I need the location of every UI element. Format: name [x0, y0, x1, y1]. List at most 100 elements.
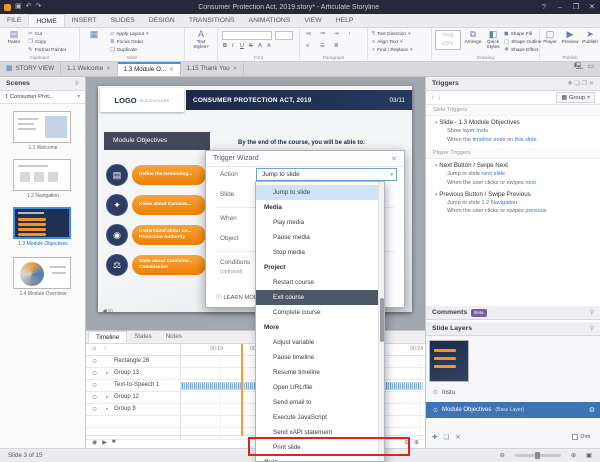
slide-link[interactable]: next slide: [482, 171, 506, 177]
font-size-select[interactable]: [275, 31, 293, 40]
highlight-color-button[interactable]: A: [267, 43, 271, 49]
logo-placeholder[interactable]: LOGO PLACEHOLDER: [100, 88, 184, 112]
eye-icon[interactable]: ⊙: [433, 389, 438, 396]
slide-header-bar[interactable]: CONSUMER PROTECTION ACT, 2019 03/11: [186, 90, 412, 110]
zoom-slider[interactable]: [514, 452, 561, 459]
align-right-icon[interactable]: ≣: [334, 43, 339, 49]
zoom-in-icon[interactable]: ⊕: [571, 452, 576, 459]
tab-home[interactable]: HOME: [28, 14, 65, 27]
copy-button[interactable]: ❐ Copy: [28, 38, 46, 46]
duplicate-button[interactable]: ❏ Duplicate: [110, 46, 137, 54]
comments-header[interactable]: Comments Beta ⚲: [426, 306, 600, 320]
menu-item-send-email-to[interactable]: Send email to: [256, 395, 378, 410]
player-button[interactable]: ▢ Player: [540, 29, 560, 45]
when-link[interactable]: timeline ends: [473, 137, 506, 143]
menu-item-restart-course[interactable]: Restart course: [256, 275, 378, 290]
eye-icon[interactable]: ⊙: [92, 406, 97, 413]
menu-item-play-media[interactable]: Play media: [256, 215, 378, 230]
new-trigger-icon[interactable]: ✚: [567, 81, 572, 87]
gear-icon[interactable]: ⚙: [589, 406, 595, 414]
maximize-button[interactable]: ❐: [568, 0, 584, 14]
focus-order-button[interactable]: ≣ Focus Order: [110, 38, 143, 46]
menu-item-adjust-variable[interactable]: Adjust variable: [256, 335, 378, 350]
stop-icon[interactable]: ■: [112, 439, 116, 445]
shape-fill-button[interactable]: ◼ Shape Fill: [504, 30, 532, 38]
eye-icon[interactable]: ⊙: [92, 394, 97, 401]
menu-item-open-url-file[interactable]: Open URL/file: [256, 380, 378, 395]
close-tab-icon[interactable]: ✕: [169, 63, 174, 77]
tab-transitions[interactable]: TRANSITIONS: [182, 14, 242, 27]
menu-item-pause-media[interactable]: Pause media: [256, 230, 378, 245]
layer-row-base[interactable]: ⊙ Module Objectives (Base Layer) ⚙: [426, 402, 600, 418]
preview-button[interactable]: ▶ Preview: [560, 29, 580, 45]
when-link[interactable]: next: [525, 180, 536, 186]
action-dropdown[interactable]: Jump to slide ▾: [256, 168, 397, 181]
tab-slide-1-15[interactable]: 1.15 Thank You ✕: [181, 62, 245, 76]
tab-help[interactable]: HELP: [329, 14, 361, 27]
underline-button[interactable]: U: [240, 43, 244, 49]
paste-trigger-icon[interactable]: ❐: [582, 81, 587, 87]
bullets-icon[interactable]: •≡: [306, 31, 311, 37]
align-text-button[interactable]: ≡ Align Text ▾: [372, 38, 402, 46]
trigger-item-next[interactable]: ▾ Next Button / Swipe Next Jump to slide…: [426, 159, 600, 187]
save-icon[interactable]: ▣: [15, 0, 22, 14]
close-button[interactable]: ✕: [584, 0, 600, 14]
quick-styles-button[interactable]: ◧ Quick Styles: [483, 29, 503, 50]
delete-trigger-icon[interactable]: ✕: [589, 81, 594, 87]
text-direction-button[interactable]: ¶ Text Direction ▾: [372, 30, 410, 38]
new-slide-button[interactable]: ▦: [82, 29, 106, 40]
layer-row-instu[interactable]: ⊙ Instu: [426, 386, 600, 399]
when-link[interactable]: previous: [525, 208, 546, 214]
module-objectives-title[interactable]: Module Objectives: [104, 132, 210, 150]
close-tab-icon[interactable]: ✕: [106, 62, 111, 76]
minimize-button[interactable]: –: [552, 0, 568, 14]
undo-icon[interactable]: ↶: [26, 0, 32, 14]
slide-thumbnail-module-overview[interactable]: 1.4 Module Overview: [13, 257, 73, 297]
menu-item-jump-to-slide[interactable]: Jump to slide: [256, 185, 378, 200]
zoom-out-icon[interactable]: ⊖: [500, 452, 505, 459]
close-tab-icon[interactable]: ✕: [233, 62, 238, 76]
eye-icon[interactable]: ⊙: [92, 358, 97, 365]
tab-slide-1-3[interactable]: 1.3 Module O... ✕: [117, 62, 181, 77]
slide-thumbnail-welcome[interactable]: 1.1 Welcome: [13, 111, 73, 151]
eye-icon[interactable]: ⊙: [92, 382, 97, 389]
move-up-icon[interactable]: ↑: [431, 95, 434, 101]
dropdown-scrollbar[interactable]: [378, 182, 384, 461]
strikethrough-button[interactable]: S: [249, 43, 253, 49]
copy-trigger-icon[interactable]: ❏: [574, 81, 579, 87]
help-button[interactable]: ?: [536, 0, 552, 14]
numbering-icon[interactable]: ≔: [320, 31, 326, 37]
text-styles-button[interactable]: A Text Styles▾: [189, 29, 213, 50]
audio-speaker-icon[interactable]: ◄))): [101, 308, 113, 315]
eye-icon[interactable]: ⊙: [92, 370, 97, 377]
tab-story-view[interactable]: ▦ STORY VIEW: [0, 62, 62, 76]
trigger-item-previous[interactable]: ▾ Previous Button / Swipe Previous Jump …: [426, 188, 600, 216]
apply-layout-button[interactable]: ▱ Apply Layout ▾: [110, 30, 148, 38]
desktop-view-icon[interactable]: 🖳︎: [574, 62, 583, 76]
tab-view[interactable]: VIEW: [297, 14, 328, 27]
layer-link[interactable]: Instu: [476, 128, 488, 134]
duplicate-layer-icon[interactable]: ❏: [443, 433, 449, 441]
expand-icon[interactable]: ▸: [106, 370, 109, 376]
cut-button[interactable]: ✂ Cut: [28, 30, 42, 38]
spacing-icon[interactable]: ↕: [348, 31, 351, 37]
text-color-button[interactable]: A: [258, 43, 262, 49]
tab-timeline[interactable]: Timeline: [88, 331, 128, 343]
publish-button[interactable]: ➤ Publish: [580, 29, 600, 45]
group-button[interactable]: ▦ Group ▾: [556, 92, 595, 103]
indent-icon[interactable]: ⇥: [334, 31, 339, 37]
menu-item-stop-media[interactable]: Stop media: [256, 245, 378, 260]
delete-layer-icon[interactable]: ✕: [455, 433, 460, 441]
tab-states[interactable]: States: [127, 331, 159, 343]
paste-button[interactable]: ▤ Paste: [2, 29, 26, 45]
slide-thumbnail-module-objectives[interactable]: 1.3 Module Objectives: [13, 207, 73, 247]
arrange-button[interactable]: ⧉ Arrange: [463, 29, 483, 45]
pin-icon[interactable]: ⚲: [590, 306, 594, 320]
timeline-zoom-in-icon[interactable]: ⊕: [414, 439, 419, 446]
align-left-icon[interactable]: ≡: [306, 43, 309, 49]
trigger-item-slide[interactable]: ▾ Slide - 1.3 Module Objectives Show lay…: [426, 116, 600, 144]
shape-outline-button[interactable]: ▢ Shape Outline: [504, 38, 542, 46]
menu-item-exit-course[interactable]: Exit course: [256, 290, 378, 305]
menu-item-complete-course[interactable]: Complete course: [256, 305, 378, 320]
when-link[interactable]: this slide: [515, 137, 537, 143]
